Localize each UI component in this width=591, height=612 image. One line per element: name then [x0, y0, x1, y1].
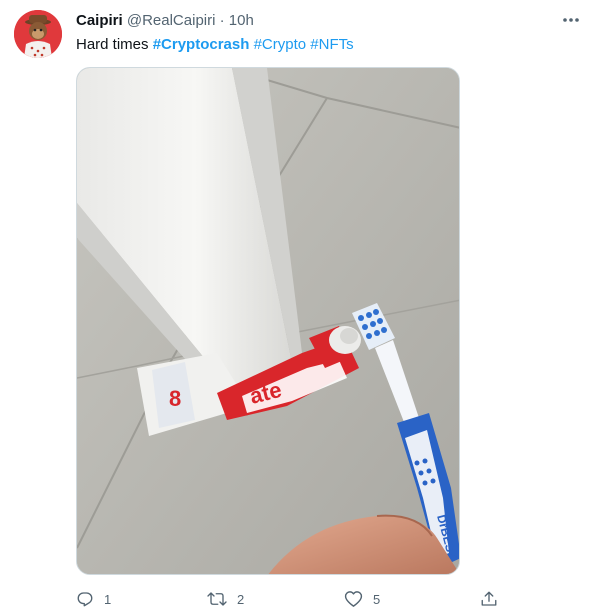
tweet-text: Hard times #Cryptocrash #Crypto #NFTs — [76, 35, 354, 55]
tweet-text-plain: Hard times — [76, 36, 153, 53]
photo-of-toothbrush-squeezing-toothpaste-under-door: 8 ate DrBEST — [77, 68, 459, 574]
avatar[interactable] — [14, 10, 62, 58]
share-button[interactable] — [480, 587, 498, 611]
timestamp[interactable]: 10h — [229, 12, 254, 29]
author-name[interactable]: Caipiri — [76, 12, 123, 29]
like-count: 5 — [373, 591, 381, 607]
author-handle[interactable]: @RealCaipiri — [127, 12, 216, 29]
reply-count: 1 — [104, 591, 112, 607]
tweet: Caipiri @RealCaipiri · 10h Hard times #C… — [0, 0, 591, 612]
like-button[interactable]: 5 — [344, 587, 380, 611]
retweet-count: 2 — [237, 591, 245, 607]
svg-text:8: 8 — [169, 386, 181, 411]
more-horizontal-icon — [563, 18, 579, 22]
retweet-icon — [207, 592, 227, 606]
tweet-header: Caipiri @RealCaipiri · 10h — [76, 12, 254, 30]
reply-button[interactable]: 1 — [76, 587, 111, 611]
hashtag-link[interactable]: #Crypto — [254, 36, 307, 53]
hashtag-link[interactable]: #NFTs — [310, 36, 353, 53]
tweet-media[interactable]: 8 ate DrBEST — [76, 67, 460, 575]
reply-icon — [77, 592, 93, 607]
more-options-button[interactable] — [558, 10, 584, 32]
retweet-button[interactable]: 2 — [207, 587, 244, 611]
ape-avatar-icon — [14, 10, 62, 58]
tweet-actions: 1 2 5 — [76, 587, 506, 611]
separator-dot: · — [219, 12, 225, 29]
heart-icon — [344, 591, 363, 607]
share-icon — [481, 591, 497, 606]
hashtag-link[interactable]: #Cryptocrash — [153, 36, 250, 53]
